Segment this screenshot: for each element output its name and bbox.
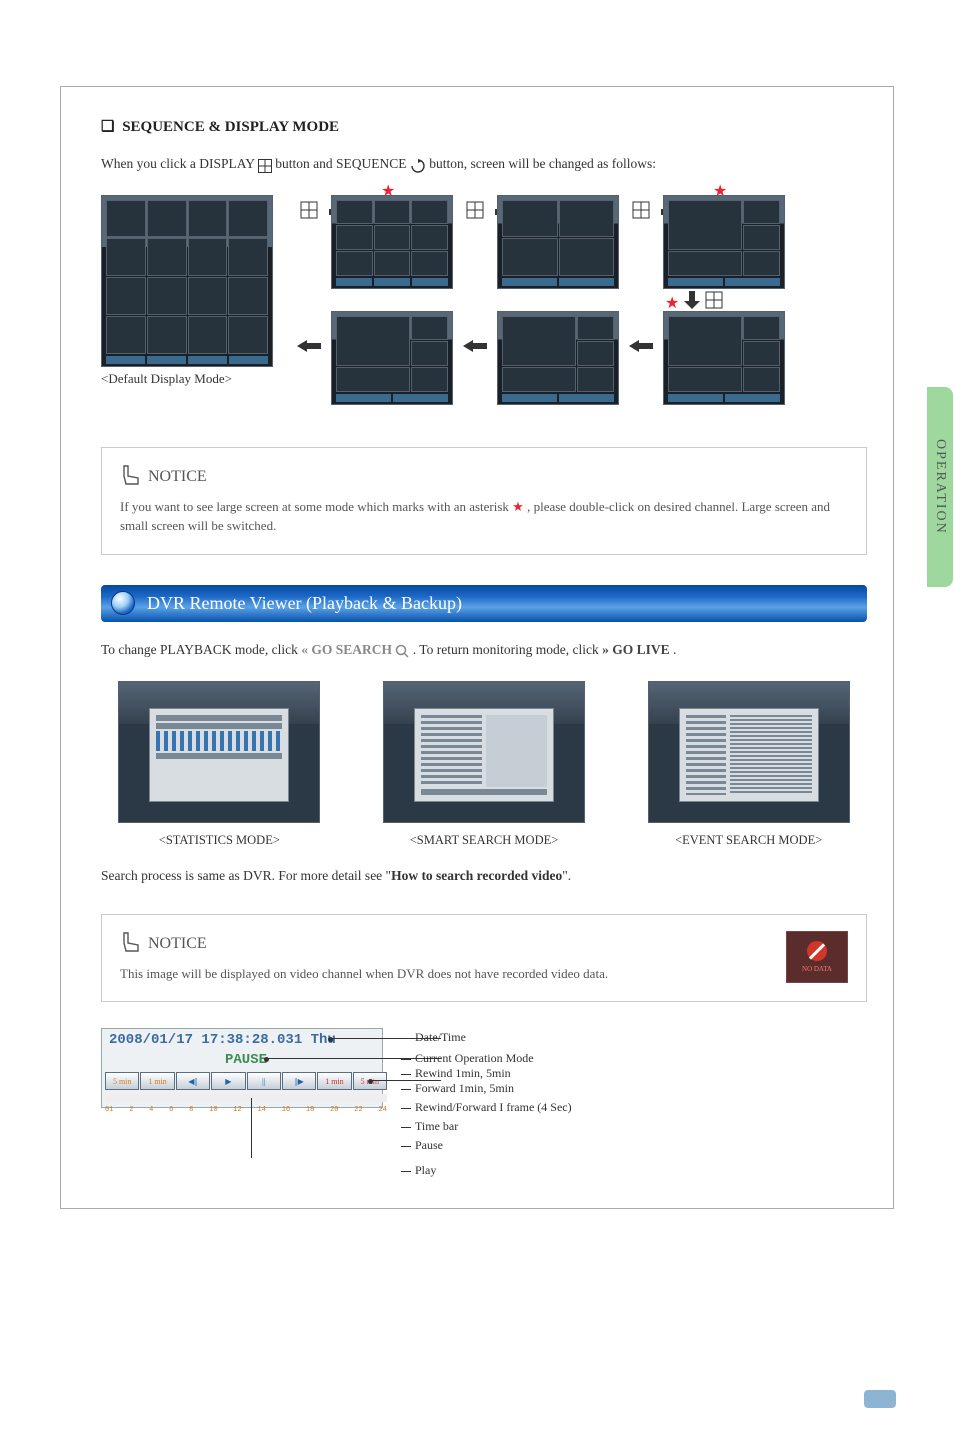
star-icon: ★ bbox=[665, 293, 679, 313]
default-caption: <Default Display Mode> bbox=[101, 371, 232, 387]
side-tab-label: OPERATION bbox=[932, 439, 948, 535]
rewind-frame-button[interactable]: ◀|| bbox=[176, 1072, 210, 1090]
playback-image: 2008/01/17 17:38:28.031 Thu PAUSE 5 min … bbox=[101, 1028, 391, 1128]
search-line: Search process is same as DVR. For more … bbox=[101, 866, 867, 886]
notice-title: NOTICE bbox=[120, 931, 766, 958]
notice-title: NOTICE bbox=[120, 464, 848, 491]
display-thumb-big1 bbox=[663, 195, 785, 289]
section-title: SEQUENCE & DISPLAY MODE bbox=[101, 117, 867, 136]
display-thumb-big3 bbox=[497, 311, 619, 405]
statistics-mode-thumb bbox=[118, 681, 320, 823]
display-flow: <Default Display Mode> ★ bbox=[101, 189, 867, 419]
callout-rw-fwd: Rewind/Forward I frame (4 Sec) bbox=[401, 1100, 572, 1115]
page-number-box bbox=[864, 1390, 896, 1408]
mode-smart-search: <SMART SEARCH MODE> bbox=[366, 681, 603, 848]
no-data-icon bbox=[807, 941, 827, 961]
rewind-1min-button[interactable]: 1 min bbox=[140, 1072, 174, 1090]
grid4-icon bbox=[459, 201, 489, 219]
seq-arrow-left-icon bbox=[459, 339, 489, 353]
forward-frame-button[interactable]: ||▶ bbox=[282, 1072, 316, 1090]
notice-box-2: NOTICE This image will be displayed on v… bbox=[101, 914, 867, 1003]
callout-play: Play bbox=[401, 1163, 572, 1178]
display-grid-icon bbox=[258, 155, 272, 175]
mode-thumbs-row: <STATISTICS MODE> <SMART SEARCH MODE> bbox=[101, 681, 867, 848]
intro-line: When you click a DISPLAY button and SEQU… bbox=[101, 154, 867, 175]
playback-diagram: 2008/01/17 17:38:28.031 Thu PAUSE 5 min … bbox=[101, 1028, 867, 1178]
seq-arrow-left-icon bbox=[293, 339, 323, 353]
display-thumb-3x3 bbox=[331, 195, 453, 289]
grid4-icon bbox=[625, 201, 655, 219]
default-display-thumb bbox=[101, 195, 273, 367]
notice-box-1: NOTICE If you want to see large screen a… bbox=[101, 447, 867, 555]
search-icon bbox=[395, 640, 409, 660]
chevron-right-icon: » bbox=[602, 642, 609, 657]
callout-forward: Forward 1min, 5min bbox=[401, 1081, 572, 1096]
playback-datetime: 2008/01/17 17:38:28.031 Thu bbox=[109, 1032, 336, 1048]
mode-event-search: <EVENT SEARCH MODE> bbox=[630, 681, 867, 848]
play-button[interactable]: ▶ bbox=[211, 1072, 245, 1090]
callout-datetime: Date/Time bbox=[401, 1030, 572, 1045]
grid4-icon bbox=[293, 201, 323, 219]
playback-pause-text: PAUSE bbox=[101, 1052, 391, 1068]
smart-search-mode-thumb bbox=[383, 681, 585, 823]
pause-button[interactable]: || bbox=[247, 1072, 281, 1090]
notice-hand-icon bbox=[120, 931, 142, 958]
section-header-playback: DVR Remote Viewer (Playback & Backup) bbox=[101, 585, 867, 622]
go-live-label: GO LIVE bbox=[612, 642, 669, 657]
rewind-5min-button[interactable]: 5 min bbox=[105, 1072, 139, 1090]
forward-1min-button[interactable]: 1 min bbox=[317, 1072, 351, 1090]
callout-rewind: Rewind 1min, 5min bbox=[401, 1066, 572, 1081]
seq-arrow-left-icon bbox=[625, 339, 655, 353]
side-tab-operation: OPERATION bbox=[927, 387, 953, 587]
mode-statistics: <STATISTICS MODE> bbox=[101, 681, 338, 848]
display-thumb-2x2 bbox=[497, 195, 619, 289]
sequence-icon bbox=[410, 155, 426, 175]
no-data-thumb: NO DATA bbox=[786, 931, 848, 983]
chevron-left-icon: « bbox=[301, 642, 308, 657]
grid4-icon bbox=[705, 291, 723, 309]
down-arrow-icon bbox=[683, 291, 701, 309]
callout-mode: Current Operation Mode bbox=[401, 1051, 572, 1066]
event-search-mode-thumb bbox=[648, 681, 850, 823]
display-thumb-big4 bbox=[663, 311, 785, 405]
notice-body: If you want to see large screen at some … bbox=[120, 497, 848, 536]
star-icon: ★ bbox=[512, 499, 524, 514]
go-search-label: GO SEARCH bbox=[311, 642, 392, 657]
playback-button-row: 5 min 1 min ◀|| ▶ || ||▶ 1 min 5 min bbox=[105, 1072, 387, 1090]
display-thumb-big2 bbox=[331, 311, 453, 405]
playback-intro: To change PLAYBACK mode, click « GO SEAR… bbox=[101, 640, 867, 661]
notice-hand-icon bbox=[120, 464, 142, 491]
page-frame: OPERATION SEQUENCE & DISPLAY MODE When y… bbox=[60, 86, 894, 1209]
callout-list: Date/Time Current Operation Mode Rewind … bbox=[401, 1030, 572, 1178]
callout-pause: Pause bbox=[401, 1138, 572, 1153]
callout-timebar: Time bar bbox=[401, 1119, 572, 1134]
